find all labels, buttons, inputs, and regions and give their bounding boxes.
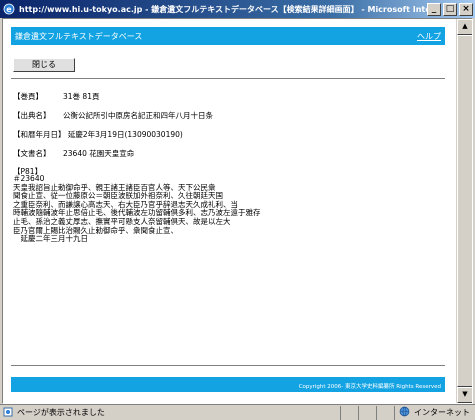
footer-copyright: Copyright 2006- 東京大学史料編纂所 Rights Reserve… [11,382,445,392]
source-value: 公衡公記所引中原房名記正和四年八月十日条 [63,111,213,120]
scroll-up-icon[interactable]: ▲ [457,19,472,35]
page-title: 鎌倉遺文フルテキストデータベース [15,31,143,41]
date-label: 【和暦年月日】 [13,130,66,139]
maximize-button[interactable]: □ [443,2,457,16]
status-segment [377,405,395,420]
scroll-thumb[interactable] [457,35,472,387]
window-titlebar[interactable]: e http://www.hi.u-tokyo.ac.jp - 鎌倉遺文フルテキ… [0,0,475,18]
vertical-scrollbar[interactable]: ▲ ▼ [456,19,472,403]
volume-value: 31巻 81頁 [63,92,100,101]
scroll-down-icon[interactable]: ▼ [457,387,472,403]
close-window-button[interactable]: × [459,2,473,16]
help-link[interactable]: ヘルプ [417,31,441,42]
page-icon [3,407,13,419]
close-button[interactable]: 閉じる [13,58,75,72]
page-content: 鎌倉遺文フルテキストデータベース ヘルプ 閉じる 【巻頁】 31巻 81頁 【出… [2,18,473,404]
volume-label: 【巻頁】 [13,92,43,101]
source-label: 【出典名】 [13,111,51,120]
document-text: ＃23640 天皇我詔旨止勅御命乎、親王諸王諸臣百官人等、天下公民衆 聞食止宣、… [13,174,261,244]
docname-value: 23640 花園天皇宣命 [63,149,135,158]
svg-text:e: e [6,5,12,14]
docname-label: 【文書名】 [13,149,51,158]
divider [11,78,445,80]
globe-icon [399,406,410,419]
status-bar: ページが表示されました インターネット [0,404,475,420]
docname-field: 【文書名】 23640 花園天皇宣命 [13,148,134,159]
status-segment [359,405,377,420]
date-value: 延慶2年3月19日(13090030190) [67,130,183,139]
source-field: 【出典名】 公衡公記所引中原房名記正和四年八月十日条 [13,110,213,121]
volume-field: 【巻頁】 31巻 81頁 [13,91,99,102]
date-field: 【和暦年月日】 延慶2年3月19日(13090030190) [13,129,183,140]
divider [11,365,445,367]
window-title: http://www.hi.u-tokyo.ac.jp - 鎌倉遺文フルテキスト… [19,4,427,14]
ie-icon: e [2,2,16,16]
minimize-button[interactable]: _ [427,2,441,16]
zone-label: インターネット [414,408,470,417]
status-segment [341,405,359,420]
status-message: ページが表示されました [17,408,105,417]
page-header: 鎌倉遺文フルテキストデータベース ヘルプ [11,27,445,45]
